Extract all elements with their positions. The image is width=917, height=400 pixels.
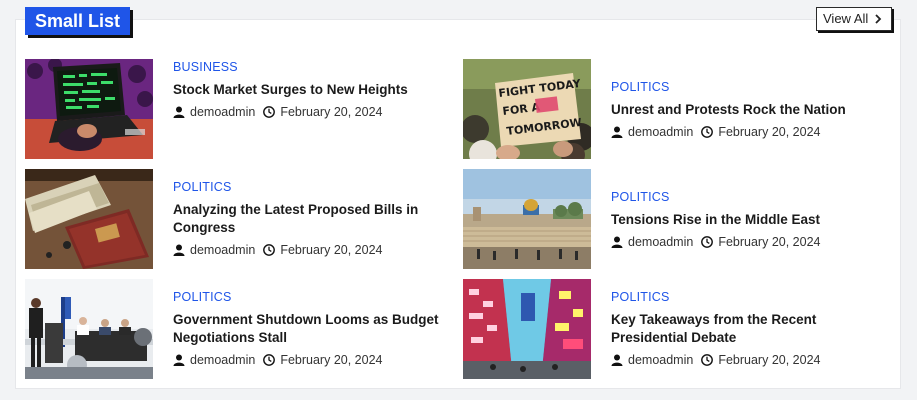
- post-thumbnail[interactable]: [463, 279, 591, 379]
- post-meta: demoadmin February 20, 2024: [173, 103, 455, 121]
- post-date: February 20, 2024: [718, 125, 821, 139]
- post-thumbnail[interactable]: [463, 169, 591, 269]
- clock-icon: [701, 354, 714, 366]
- list-item: POLITICS Tensions Rise in the Middle Eas…: [463, 169, 893, 269]
- post-title[interactable]: Key Takeaways from the Recent Presidenti…: [611, 311, 893, 347]
- clock-icon: [701, 236, 714, 248]
- post-category[interactable]: POLITICS: [611, 289, 893, 305]
- post-title[interactable]: Unrest and Protests Rock the Nation: [611, 101, 893, 119]
- user-icon: [173, 106, 185, 118]
- post-author[interactable]: demoadmin: [628, 235, 693, 249]
- user-icon: [611, 354, 623, 366]
- post-author[interactable]: demoadmin: [190, 243, 255, 257]
- list-item: POLITICS Key Takeaways from the Recent P…: [463, 279, 893, 379]
- post-meta: demoadmin February 20, 2024: [173, 241, 455, 259]
- post-author[interactable]: demoadmin: [628, 353, 693, 367]
- post-category[interactable]: POLITICS: [173, 179, 455, 195]
- post-category[interactable]: POLITICS: [611, 79, 893, 95]
- post-title[interactable]: Analyzing the Latest Proposed Bills in C…: [173, 201, 455, 237]
- post-category[interactable]: POLITICS: [173, 289, 455, 305]
- post-meta: demoadmin February 20, 2024: [173, 351, 455, 369]
- user-icon: [611, 126, 623, 138]
- post-thumbnail[interactable]: [25, 169, 153, 269]
- post-title[interactable]: Stock Market Surges to New Heights: [173, 81, 455, 99]
- post-title[interactable]: Government Shutdown Looms as Budget Nego…: [173, 311, 455, 347]
- user-icon: [611, 236, 623, 248]
- post-author[interactable]: demoadmin: [190, 105, 255, 119]
- post-meta: demoadmin February 20, 2024: [611, 351, 893, 369]
- post-thumbnail[interactable]: [25, 279, 153, 379]
- post-thumbnail[interactable]: FIGHT TODAY FOR A TOMORROW: [463, 59, 591, 159]
- list-item: POLITICS Analyzing the Latest Proposed B…: [25, 169, 455, 269]
- post-meta: demoadmin February 20, 2024: [611, 123, 893, 141]
- post-author[interactable]: demoadmin: [190, 353, 255, 367]
- post-category[interactable]: BUSINESS: [173, 59, 455, 75]
- post-date: February 20, 2024: [280, 353, 383, 367]
- view-all-label: View All: [823, 11, 869, 26]
- post-title[interactable]: Tensions Rise in the Middle East: [611, 211, 893, 229]
- clock-icon: [263, 354, 276, 366]
- post-category[interactable]: POLITICS: [611, 189, 893, 205]
- list-item: POLITICS Government Shutdown Looms as Bu…: [25, 279, 455, 379]
- widget-title: Small List: [25, 7, 131, 35]
- clock-icon: [263, 244, 276, 256]
- user-icon: [173, 354, 185, 366]
- post-date: February 20, 2024: [718, 353, 821, 367]
- post-thumbnail[interactable]: [25, 59, 153, 159]
- clock-icon: [701, 126, 714, 138]
- list-item: BUSINESS Stock Market Surges to New Heig…: [25, 59, 455, 159]
- list-item: FIGHT TODAY FOR A TOMORROW POLITICS Unre…: [463, 59, 893, 159]
- post-date: February 20, 2024: [280, 105, 383, 119]
- post-meta: demoadmin February 20, 2024: [611, 233, 893, 251]
- view-all-button[interactable]: View All: [816, 7, 892, 31]
- user-icon: [173, 244, 185, 256]
- chevron-right-icon: [875, 14, 882, 24]
- post-date: February 20, 2024: [718, 235, 821, 249]
- post-date: February 20, 2024: [280, 243, 383, 257]
- clock-icon: [263, 106, 276, 118]
- post-author[interactable]: demoadmin: [628, 125, 693, 139]
